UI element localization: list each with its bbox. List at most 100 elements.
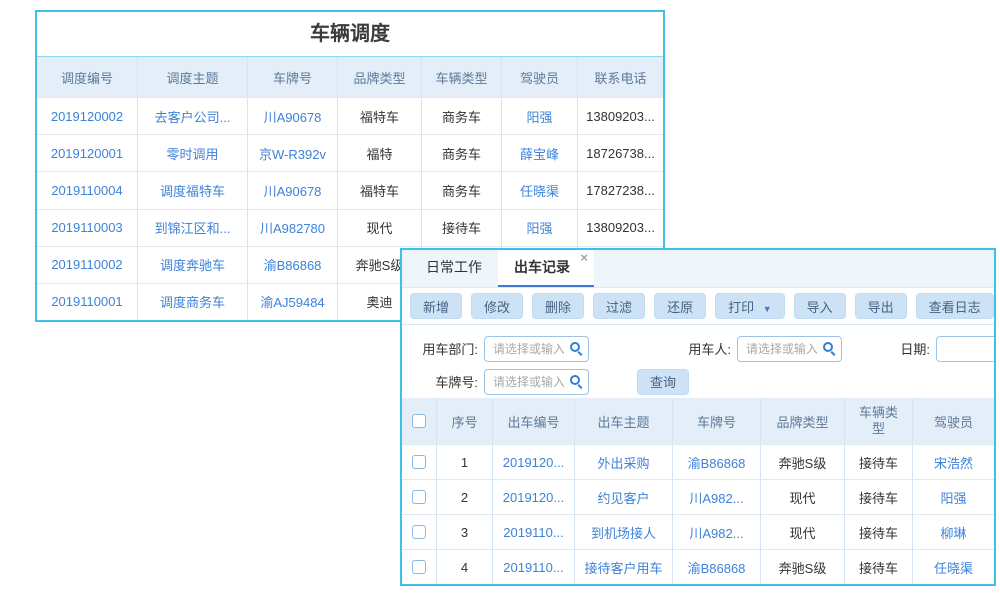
column-header-seq: 序号 bbox=[436, 398, 492, 444]
plate-link[interactable]: 渝B86868 bbox=[672, 550, 760, 584]
driver-link[interactable]: 薛宝峰 bbox=[501, 135, 577, 171]
dispatch-no-link[interactable]: 2019110001 bbox=[37, 284, 137, 320]
plate-link[interactable]: 渝AJ59484 bbox=[247, 284, 337, 320]
search-icon[interactable] bbox=[570, 342, 580, 352]
subject-link[interactable]: 调度奔驰车 bbox=[137, 247, 247, 283]
add-button[interactable]: 新增 bbox=[410, 293, 462, 319]
dispatch-no-link[interactable]: 2019110003 bbox=[37, 210, 137, 246]
tab-trip-records-label: 出车记录 bbox=[514, 259, 570, 275]
brand-cell: 福特 bbox=[337, 135, 421, 171]
driver-link[interactable]: 阳强 bbox=[501, 210, 577, 246]
subject-link[interactable]: 零时调用 bbox=[137, 135, 247, 171]
plate-link[interactable]: 渝B86868 bbox=[672, 445, 760, 479]
tab-trip-records[interactable]: 出车记录 × bbox=[498, 250, 594, 287]
table-row: 2019110004 调度福特车 川A90678 福特车 商务车 任晓渠 178… bbox=[37, 171, 663, 208]
delete-button[interactable]: 删除 bbox=[532, 293, 584, 319]
filter-area: 用车部门: 用车人: 日期: 车牌号: 查询 bbox=[402, 325, 994, 398]
date-label: 日期: bbox=[892, 339, 930, 358]
user-field bbox=[737, 336, 842, 362]
row-checkbox[interactable] bbox=[412, 455, 426, 469]
plate-link[interactable]: 川A982780 bbox=[247, 210, 337, 246]
brand-cell: 奔驰S级 bbox=[760, 445, 844, 479]
view-log-button[interactable]: 查看日志 bbox=[916, 293, 994, 319]
driver-link[interactable]: 宋浩然 bbox=[912, 445, 994, 479]
restore-button[interactable]: 还原 bbox=[654, 293, 706, 319]
subject-link[interactable]: 调度商务车 bbox=[137, 284, 247, 320]
date-field bbox=[936, 336, 996, 362]
dispatch-no-link[interactable]: 2019120001 bbox=[37, 135, 137, 171]
select-all-checkbox[interactable] bbox=[412, 414, 426, 428]
search-icon[interactable] bbox=[823, 342, 833, 352]
column-header-phone: 联系电话 bbox=[577, 57, 663, 97]
phone-cell: 13809203... bbox=[577, 98, 663, 134]
row-checkbox[interactable] bbox=[412, 560, 426, 574]
query-button[interactable]: 查询 bbox=[637, 369, 689, 395]
driver-link[interactable]: 任晓渠 bbox=[912, 550, 994, 584]
trip-subject-link[interactable]: 接待客户用车 bbox=[574, 550, 672, 584]
print-button-label: 打印 bbox=[728, 300, 754, 315]
driver-link[interactable]: 阳强 bbox=[501, 98, 577, 134]
dispatch-table-header: 调度编号 调度主题 车牌号 品牌类型 车辆类型 驾驶员 联系电话 bbox=[37, 57, 663, 97]
plate-link[interactable]: 川A90678 bbox=[247, 172, 337, 208]
driver-link[interactable]: 任晓渠 bbox=[501, 172, 577, 208]
seq-cell: 4 bbox=[436, 550, 492, 584]
trip-no-link[interactable]: 2019110... bbox=[492, 515, 574, 549]
trip-no-link[interactable]: 2019110... bbox=[492, 550, 574, 584]
print-dropdown-button[interactable]: 打印 ▼ bbox=[715, 293, 785, 319]
trip-subject-link[interactable]: 约见客户 bbox=[574, 480, 672, 514]
subject-link[interactable]: 去客户公司... bbox=[137, 98, 247, 134]
column-header-plate: 车牌号 bbox=[672, 398, 760, 444]
plate-field bbox=[484, 369, 589, 395]
column-header-trip-no: 出车编号 bbox=[492, 398, 574, 444]
brand-cell: 现代 bbox=[760, 480, 844, 514]
column-header-trip-subject: 出车主题 bbox=[574, 398, 672, 444]
vehicle-type-cell: 商务车 bbox=[421, 135, 501, 171]
trip-table: 序号 出车编号 出车主题 车牌号 品牌类型 车辆类型 驾驶员 1 2019120… bbox=[402, 398, 994, 584]
checkbox-cell bbox=[402, 515, 436, 549]
phone-cell: 17827238... bbox=[577, 172, 663, 208]
trip-table-header: 序号 出车编号 出车主题 车牌号 品牌类型 车辆类型 驾驶员 bbox=[402, 398, 994, 444]
subject-link[interactable]: 调度福特车 bbox=[137, 172, 247, 208]
plate-link[interactable]: 渝B86868 bbox=[247, 247, 337, 283]
vehicle-type-cell: 接待车 bbox=[844, 445, 912, 479]
driver-link[interactable]: 柳琳 bbox=[912, 515, 994, 549]
seq-cell: 2 bbox=[436, 480, 492, 514]
checkbox-cell bbox=[402, 445, 436, 479]
row-checkbox[interactable] bbox=[412, 490, 426, 504]
column-header-dispatch-no: 调度编号 bbox=[37, 57, 137, 97]
table-row: 4 2019110... 接待客户用车 渝B86868 奔驰S级 接待车 任晓渠 bbox=[402, 549, 994, 584]
tab-daily-work[interactable]: 日常工作 bbox=[410, 250, 498, 287]
trip-no-link[interactable]: 2019120... bbox=[492, 445, 574, 479]
import-button[interactable]: 导入 bbox=[794, 293, 846, 319]
search-icon[interactable] bbox=[570, 375, 580, 385]
trip-subject-link[interactable]: 外出采购 bbox=[574, 445, 672, 479]
close-icon[interactable]: × bbox=[580, 251, 588, 265]
column-header-driver: 驾驶员 bbox=[912, 398, 994, 444]
vehicle-type-cell: 商务车 bbox=[421, 172, 501, 208]
column-header-vehicle-type: 车辆类型 bbox=[844, 398, 912, 444]
driver-link[interactable]: 阳强 bbox=[912, 480, 994, 514]
dispatch-no-link[interactable]: 2019110004 bbox=[37, 172, 137, 208]
trip-subject-link[interactable]: 到机场接人 bbox=[574, 515, 672, 549]
dept-label: 用车部门: bbox=[402, 339, 478, 358]
dispatch-no-link[interactable]: 2019120002 bbox=[37, 98, 137, 134]
brand-cell: 现代 bbox=[760, 515, 844, 549]
plate-link[interactable]: 京W-R392v bbox=[247, 135, 337, 171]
plate-link[interactable]: 川A90678 bbox=[247, 98, 337, 134]
row-checkbox[interactable] bbox=[412, 525, 426, 539]
table-row: 3 2019110... 到机场接人 川A982... 现代 接待车 柳琳 bbox=[402, 514, 994, 549]
plate-link[interactable]: 川A982... bbox=[672, 515, 760, 549]
chevron-down-icon: ▼ bbox=[763, 304, 772, 314]
export-button[interactable]: 导出 bbox=[855, 293, 907, 319]
edit-button[interactable]: 修改 bbox=[471, 293, 523, 319]
filter-button[interactable]: 过滤 bbox=[593, 293, 645, 319]
phone-cell: 18726738... bbox=[577, 135, 663, 171]
plate-link[interactable]: 川A982... bbox=[672, 480, 760, 514]
vehicle-type-cell: 接待车 bbox=[421, 210, 501, 246]
subject-link[interactable]: 到锦江区和... bbox=[137, 210, 247, 246]
trip-no-link[interactable]: 2019120... bbox=[492, 480, 574, 514]
dispatch-no-link[interactable]: 2019110002 bbox=[37, 247, 137, 283]
date-input[interactable] bbox=[936, 336, 996, 362]
vehicle-type-cell: 接待车 bbox=[844, 515, 912, 549]
vehicle-type-cell: 接待车 bbox=[844, 480, 912, 514]
